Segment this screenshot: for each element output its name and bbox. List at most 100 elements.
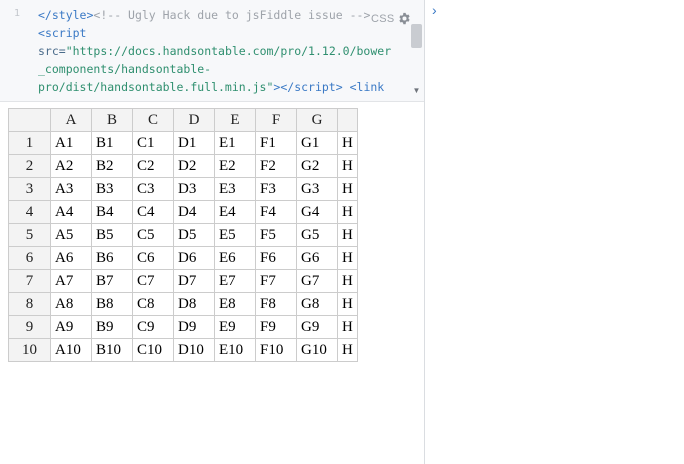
column-header[interactable]: F: [255, 108, 297, 132]
grid-cell[interactable]: E8: [214, 292, 256, 316]
grid-cell[interactable]: H: [337, 131, 358, 155]
grid-cell[interactable]: C8: [132, 292, 174, 316]
grid-cell[interactable]: D3: [173, 177, 215, 201]
column-header[interactable]: E: [214, 108, 256, 132]
grid-cell[interactable]: A6: [50, 246, 92, 270]
panel-divider[interactable]: [424, 0, 425, 464]
grid-cell[interactable]: C6: [132, 246, 174, 270]
code-content[interactable]: </style > <!-- Ugly Hack due to jsFiddle i…: [38, 6, 391, 96]
grid-cell[interactable]: E4: [214, 200, 256, 224]
grid-cell[interactable]: F3: [255, 177, 297, 201]
grid-cell[interactable]: D1: [173, 131, 215, 155]
grid-cell[interactable]: A2: [50, 154, 92, 178]
grid-cell[interactable]: B6: [91, 246, 133, 270]
grid-cell[interactable]: B8: [91, 292, 133, 316]
grid-cell[interactable]: E6: [214, 246, 256, 270]
grid-cell[interactable]: G5: [296, 223, 338, 247]
grid-cell[interactable]: A9: [50, 315, 92, 339]
grid-cell[interactable]: E9: [214, 315, 256, 339]
grid-cell[interactable]: A7: [50, 269, 92, 293]
grid-cell[interactable]: A10: [50, 338, 92, 362]
grid-cell[interactable]: H: [337, 269, 358, 293]
editor-scrollbar-thumb[interactable]: [411, 24, 422, 48]
html-editor-panel[interactable]: 1 </style > <!-- Ugly Hack due to jsFiddle…: [0, 0, 424, 102]
grid-cell[interactable]: F6: [255, 246, 297, 270]
grid-cell[interactable]: G4: [296, 200, 338, 224]
grid-cell[interactable]: G7: [296, 269, 338, 293]
grid-cell[interactable]: C9: [132, 315, 174, 339]
grid-cell[interactable]: G6: [296, 246, 338, 270]
grid-cell[interactable]: H: [337, 292, 358, 316]
grid-cell[interactable]: C3: [132, 177, 174, 201]
grid-cell[interactable]: B3: [91, 177, 133, 201]
grid-cell[interactable]: F1: [255, 131, 297, 155]
grid-cell[interactable]: E5: [214, 223, 256, 247]
grid-cell[interactable]: F8: [255, 292, 297, 316]
row-header[interactable]: 9: [8, 315, 51, 339]
grid-cell[interactable]: E10: [214, 338, 256, 362]
grid-cell[interactable]: A4: [50, 200, 92, 224]
grid-cell[interactable]: D5: [173, 223, 215, 247]
grid-cell[interactable]: E3: [214, 177, 256, 201]
grid-cell[interactable]: C1: [132, 131, 174, 155]
row-header[interactable]: 8: [8, 292, 51, 316]
column-header[interactable]: D: [173, 108, 215, 132]
grid-cell[interactable]: G3: [296, 177, 338, 201]
grid-cell[interactable]: C5: [132, 223, 174, 247]
grid-cell[interactable]: G10: [296, 338, 338, 362]
column-header[interactable]: A: [50, 108, 92, 132]
grid-cell[interactable]: H: [337, 200, 358, 224]
row-header[interactable]: 1: [8, 131, 51, 155]
column-header[interactable]: [337, 108, 358, 132]
grid-cell[interactable]: G9: [296, 315, 338, 339]
scroll-down-arrow-icon[interactable]: ▼: [411, 86, 422, 96]
chevron-right-icon[interactable]: ›: [432, 3, 437, 17]
row-header[interactable]: 5: [8, 223, 51, 247]
grid-cell[interactable]: G2: [296, 154, 338, 178]
grid-cell[interactable]: H: [337, 338, 358, 362]
grid-cell[interactable]: C4: [132, 200, 174, 224]
grid-cell[interactable]: D2: [173, 154, 215, 178]
grid-cell[interactable]: B7: [91, 269, 133, 293]
grid-cell[interactable]: B5: [91, 223, 133, 247]
row-header[interactable]: 7: [8, 269, 51, 293]
grid-cell[interactable]: B1: [91, 131, 133, 155]
grid-cell[interactable]: A5: [50, 223, 92, 247]
grid-cell[interactable]: H: [337, 223, 358, 247]
column-header[interactable]: G: [296, 108, 338, 132]
grid-cell[interactable]: D4: [173, 200, 215, 224]
row-header[interactable]: 4: [8, 200, 51, 224]
grid-cell[interactable]: B9: [91, 315, 133, 339]
grid-cell[interactable]: F10: [255, 338, 297, 362]
gear-icon[interactable]: [398, 12, 411, 25]
grid-cell[interactable]: C10: [132, 338, 174, 362]
grid-cell[interactable]: D7: [173, 269, 215, 293]
column-header[interactable]: B: [91, 108, 133, 132]
grid-cell[interactable]: D6: [173, 246, 215, 270]
grid-cell[interactable]: D10: [173, 338, 215, 362]
css-mode-label[interactable]: CSS: [371, 13, 395, 25]
corner-header[interactable]: [8, 108, 51, 132]
grid-cell[interactable]: D8: [173, 292, 215, 316]
row-header[interactable]: 3: [8, 177, 51, 201]
grid-cell[interactable]: F2: [255, 154, 297, 178]
grid-cell[interactable]: D9: [173, 315, 215, 339]
grid-cell[interactable]: H: [337, 315, 358, 339]
row-header[interactable]: 10: [8, 338, 51, 362]
row-header[interactable]: 2: [8, 154, 51, 178]
grid-cell[interactable]: C2: [132, 154, 174, 178]
grid-cell[interactable]: F9: [255, 315, 297, 339]
grid-cell[interactable]: C7: [132, 269, 174, 293]
grid-cell[interactable]: A1: [50, 131, 92, 155]
grid-cell[interactable]: B2: [91, 154, 133, 178]
grid-cell[interactable]: F7: [255, 269, 297, 293]
grid-cell[interactable]: G1: [296, 131, 338, 155]
grid-cell[interactable]: B4: [91, 200, 133, 224]
column-header[interactable]: C: [132, 108, 174, 132]
grid-cell[interactable]: H: [337, 177, 358, 201]
grid-cell[interactable]: B10: [91, 338, 133, 362]
handsontable-grid[interactable]: ABCDEFG 1 A1 B1 C1 D1 E1 F1 G1 H 2 A2 B2 C2 D2 E2 F2 G2 H…: [8, 108, 424, 366]
grid-cell[interactable]: H: [337, 246, 358, 270]
grid-cell[interactable]: E7: [214, 269, 256, 293]
grid-cell[interactable]: F5: [255, 223, 297, 247]
